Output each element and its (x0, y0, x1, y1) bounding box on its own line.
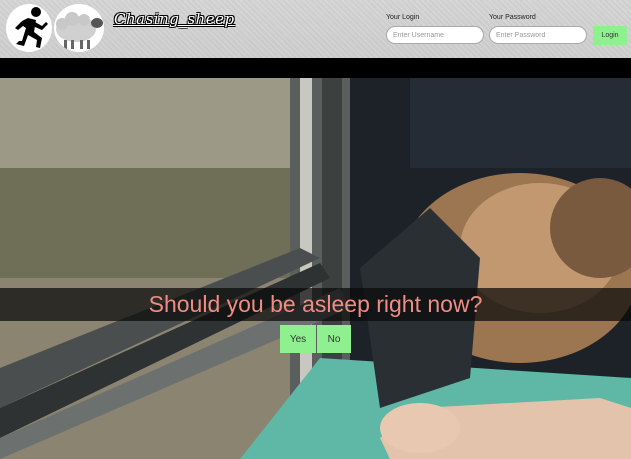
running-man-icon[interactable] (6, 4, 52, 52)
brand-name[interactable]: Chasing_sheep (114, 10, 235, 28)
username-input[interactable] (386, 26, 484, 44)
nav-bar (0, 58, 631, 78)
question-headline: Should you be asleep right now? (148, 291, 483, 317)
sheep-icon[interactable] (54, 4, 104, 52)
password-input[interactable] (489, 26, 587, 44)
sleeping-woman-photo (0, 78, 631, 459)
login-button[interactable]: Login (593, 26, 627, 45)
yes-button[interactable]: Yes (280, 325, 316, 353)
header: Chasing_sheep Your Login Your Password L… (0, 0, 631, 58)
hero-image: Should you be asleep right now? Yes No (0, 78, 631, 459)
password-label: Your Password (489, 14, 536, 21)
no-button[interactable]: No (317, 325, 351, 353)
login-label: Your Login (386, 14, 420, 21)
